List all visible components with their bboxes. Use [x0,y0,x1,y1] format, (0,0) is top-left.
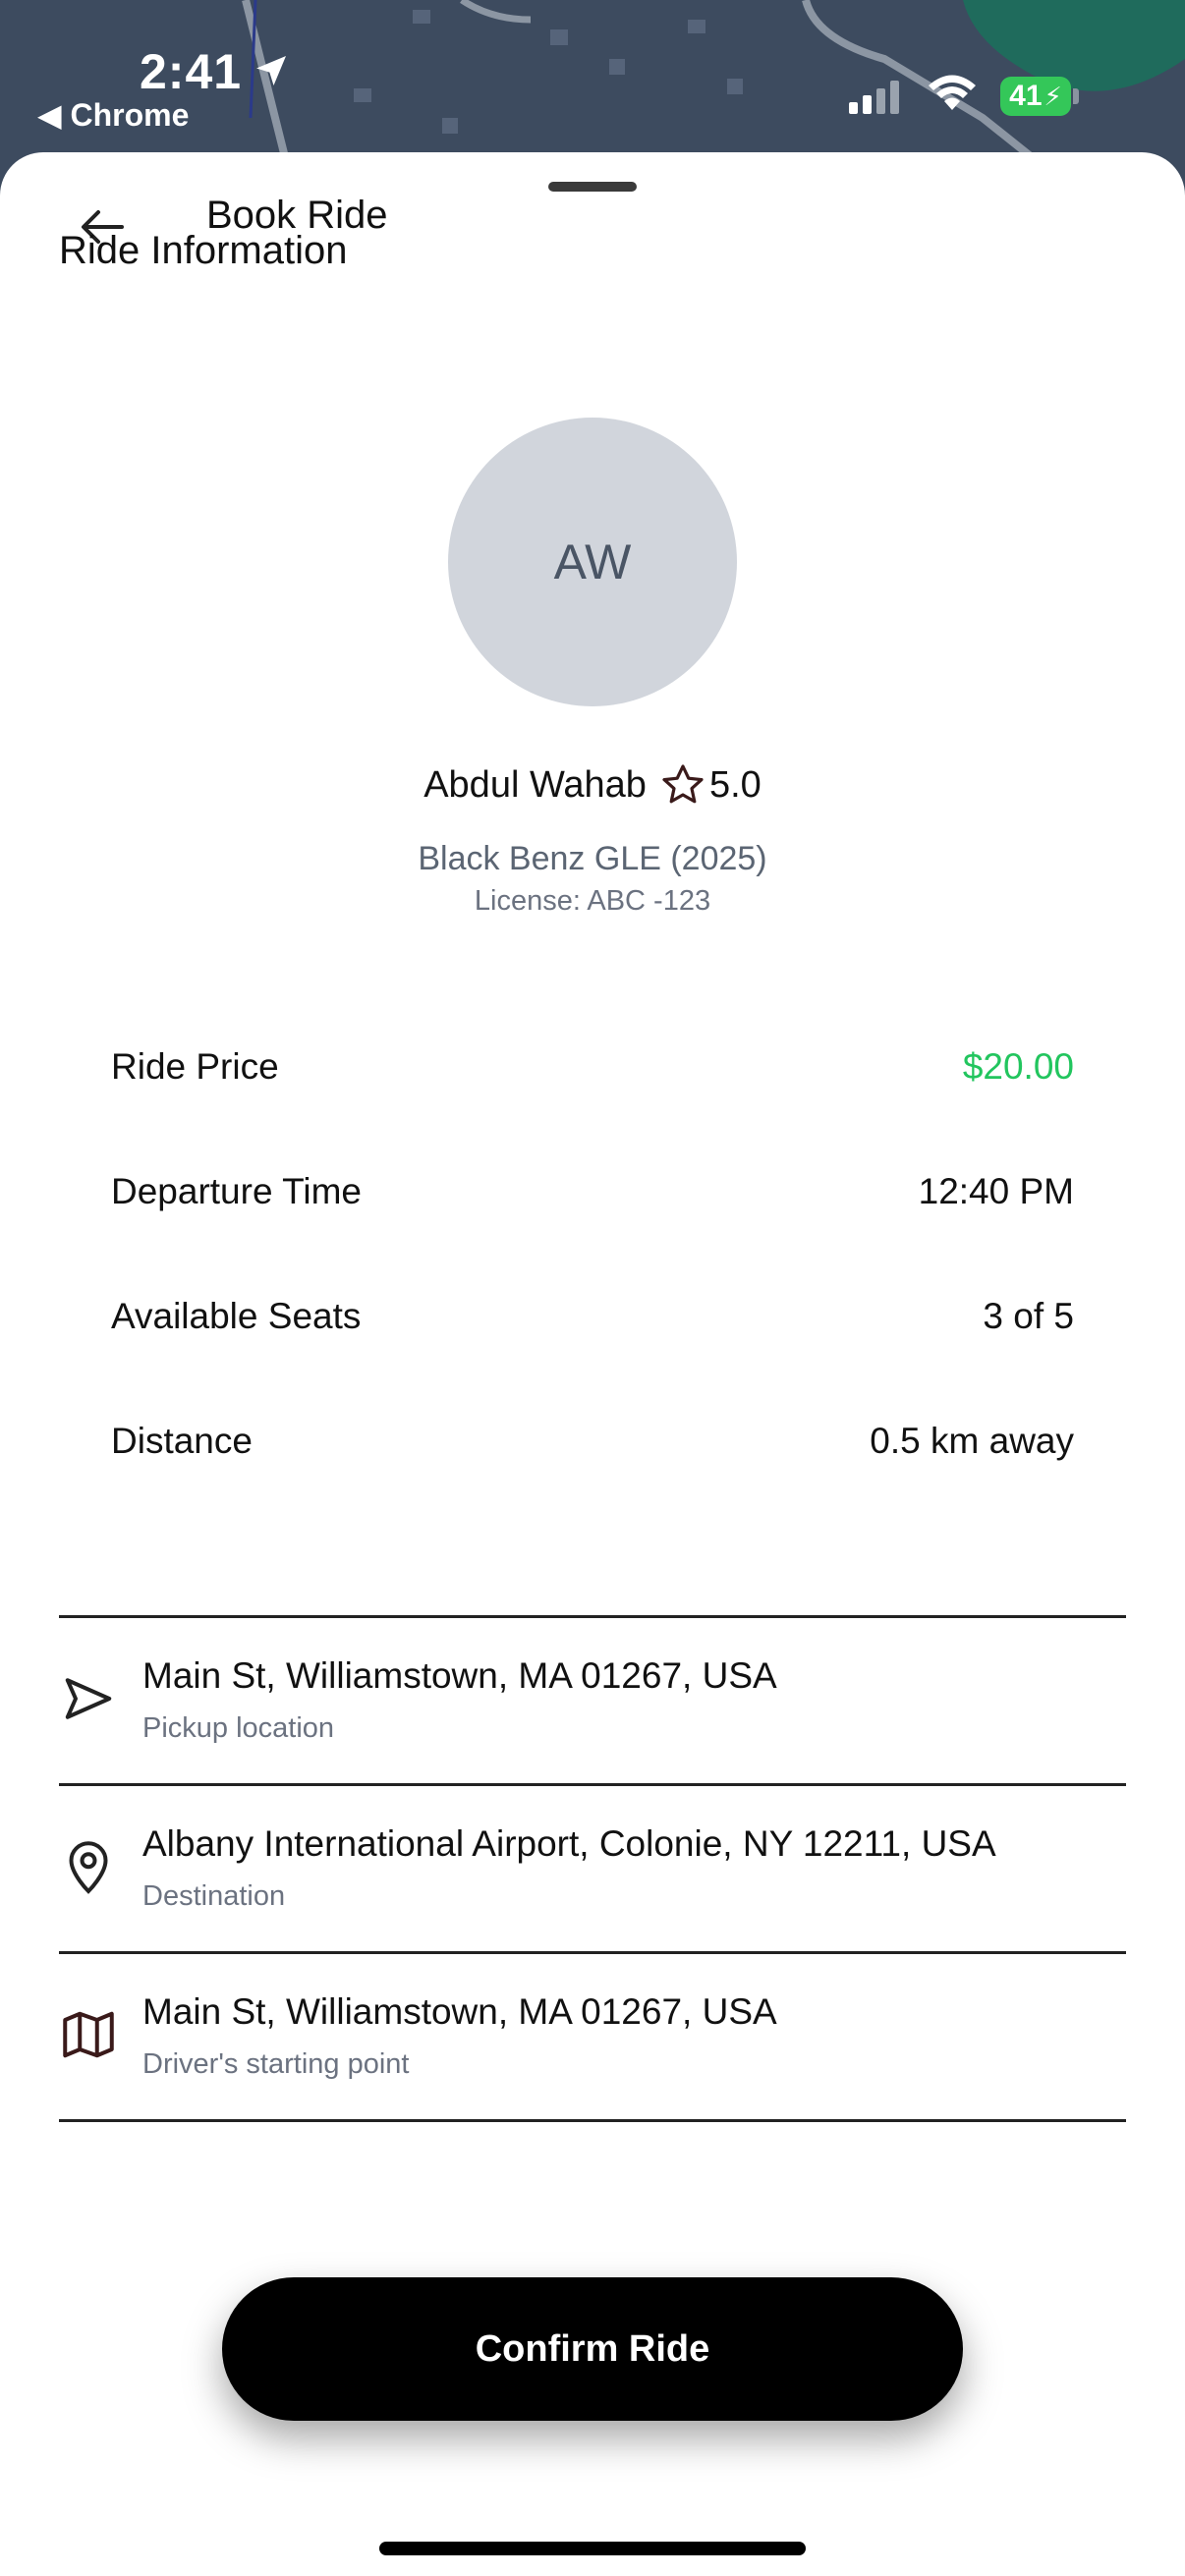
driver-rating: 5.0 [708,763,762,806]
map-icon [63,2011,114,2058]
avatar-initials: AW [553,534,632,589]
location-item-pickup: Main St, Williamstown, MA 01267, USA Pic… [59,1618,1126,1783]
wifi-icon [929,75,976,110]
detail-row-distance: Distance 0.5 km away [111,1421,1074,1462]
status-time: 2:41 [140,44,243,99]
cellular-signal-icon [849,81,899,114]
map-pin-icon [69,1841,108,1894]
sheet-grabber[interactable] [548,182,637,192]
confirm-ride-button[interactable]: Confirm Ride [222,2277,963,2421]
detail-row-departure: Departure Time 12:40 PM [111,1171,1074,1212]
license-plate: License: ABC -123 [474,885,711,917]
location-caption: Driver's starting point [142,2048,410,2080]
location-address: Main St, Williamstown, MA 01267, USA [142,1655,777,1696]
detail-label: Ride Price [111,1046,279,1087]
detail-value: 0.5 km away [870,1421,1074,1461]
location-arrow-icon [256,56,286,85]
driver-name-rating: Abdul Wahab 5.0 [0,761,1185,809]
detail-value: 12:40 PM [918,1171,1074,1211]
section-title: Ride Information [59,229,348,266]
location-address: Albany International Airport, Colonie, N… [142,1823,996,1864]
home-indicator [379,2542,806,2555]
navigation-icon [65,1678,112,1719]
detail-value: $20.00 [962,1046,1074,1087]
battery-level: 41 [1009,80,1043,112]
detail-label: Departure Time [111,1171,362,1211]
charging-bolt-icon: ⚡ [1044,81,1062,111]
battery-indicator: 41 ⚡ [1000,77,1071,116]
location-caption: Destination [142,1880,286,1912]
detail-row-price: Ride Price $20.00 [111,1046,1074,1088]
back-to-app-link[interactable]: ◀ Chrome [37,96,189,134]
driver-avatar: AW [448,418,737,706]
detail-value: 3 of 5 [983,1296,1074,1336]
booking-sheet: Book Ride Ride Information AW Abdul Waha… [0,152,1185,2576]
detail-label: Distance [111,1421,253,1461]
location-item-driver-start: Main St, Williamstown, MA 01267, USA Dri… [59,1954,1126,2119]
location-address: Main St, Williamstown, MA 01267, USA [142,1991,777,2032]
location-item-destination: Albany International Airport, Colonie, N… [59,1786,1126,1951]
detail-label: Available Seats [111,1296,362,1336]
detail-row-seats: Available Seats 3 of 5 [111,1296,1074,1337]
vehicle-info: Black Benz GLE (2025) [418,840,767,877]
driver-name: Abdul Wahab [423,763,647,806]
star-icon [662,764,704,804]
divider [59,2119,1126,2122]
battery-cap [1073,88,1079,104]
location-caption: Pickup location [142,1712,335,1744]
